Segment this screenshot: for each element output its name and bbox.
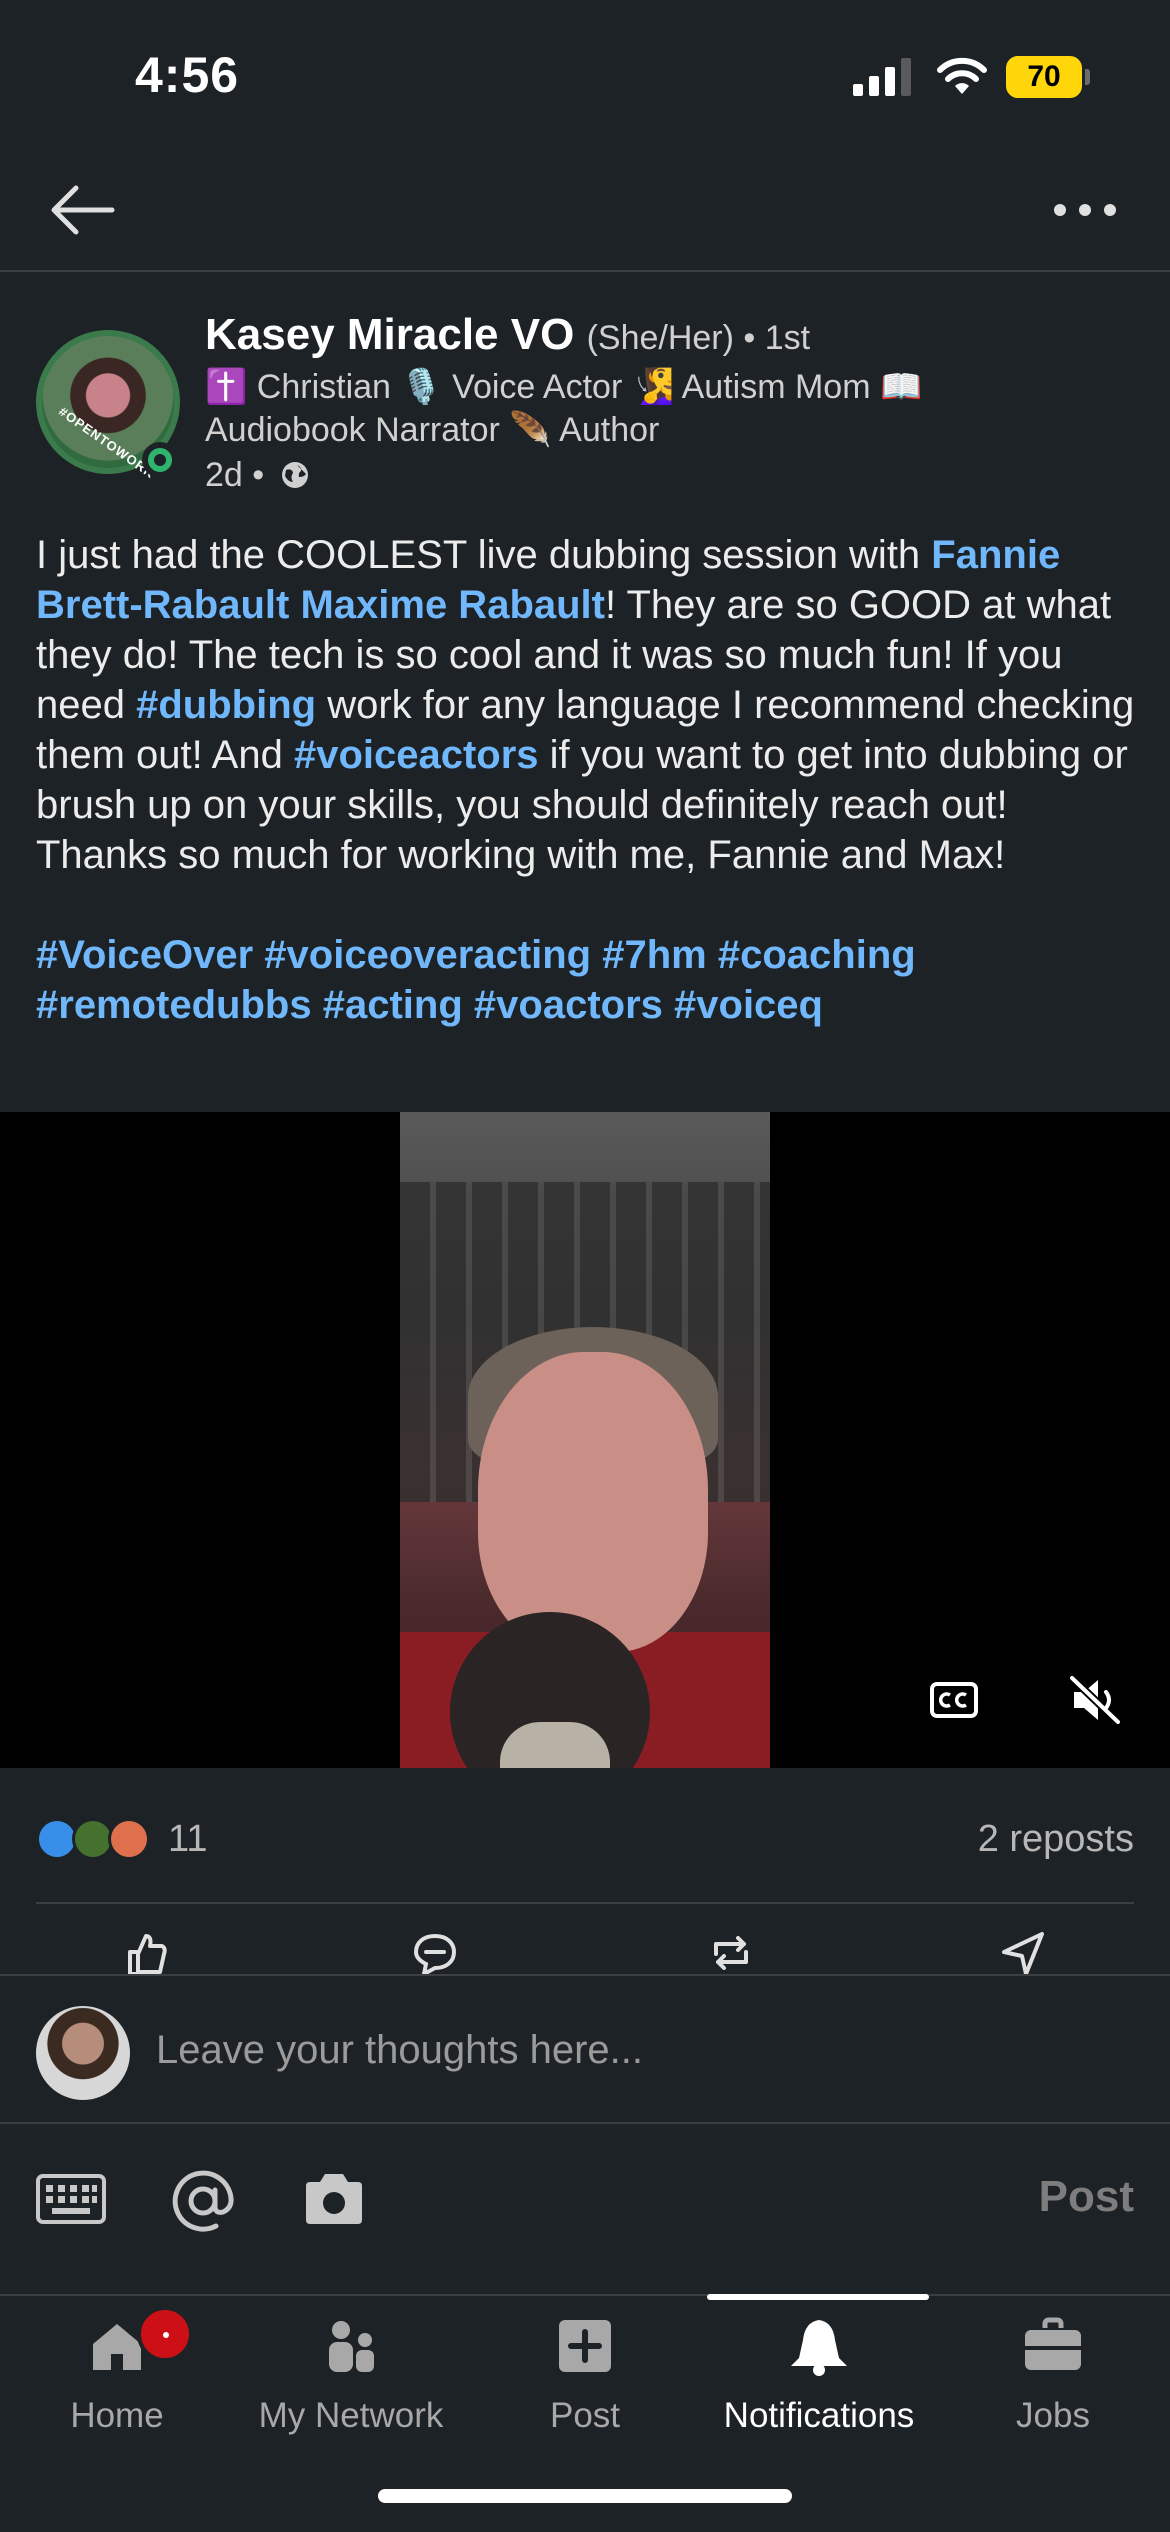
hashtag-link[interactable]: #dubbing	[136, 683, 316, 727]
connection-degree: • 1st	[733, 319, 811, 357]
wifi-icon	[937, 57, 987, 94]
author-name[interactable]: Kasey Miracle VO (She/Her) • 1st	[205, 310, 810, 360]
video-player[interactable]	[0, 1112, 1170, 1768]
tab-notifications-label: Notifications	[723, 2396, 915, 2435]
camera-icon[interactable]	[302, 2170, 366, 2228]
video-person-face	[478, 1352, 708, 1652]
author-name-text: Kasey Miracle VO	[205, 310, 575, 359]
reaction-count[interactable]: 11	[168, 1818, 207, 1861]
cellular-signal-icon	[853, 58, 911, 96]
tab-home-label: Home	[70, 2396, 164, 2435]
tab-my-network[interactable]: My Network	[234, 2296, 468, 2476]
hashtag-list: #VoiceOver #voiceoveracting #7hm #coachi…	[36, 930, 1146, 1030]
tab-home[interactable]: Home	[0, 2296, 234, 2476]
battery-nub	[1085, 69, 1090, 85]
tab-notifications[interactable]: Notifications	[702, 2296, 936, 2476]
top-nav-bar	[0, 150, 1170, 272]
tab-jobs-label: Jobs	[1016, 2396, 1090, 2435]
status-time: 4:56	[135, 47, 240, 103]
globe-icon	[281, 462, 308, 488]
tab-post-label: Post	[549, 2396, 621, 2435]
notification-dot-badge	[137, 2306, 193, 2362]
post-comment-button[interactable]: Post	[1039, 2172, 1134, 2222]
bell-icon	[791, 2320, 847, 2376]
keyboard-icon[interactable]	[36, 2174, 106, 2224]
home-indicator[interactable]	[378, 2489, 792, 2503]
closed-captions-icon[interactable]	[930, 1682, 978, 1718]
comment-bar	[0, 1974, 1170, 2124]
post-text-part: I just had the COOLEST live dubbing sess…	[36, 533, 932, 577]
hashtag-link[interactable]: #VoiceOver	[36, 933, 253, 977]
hashtag-link[interactable]: #acting	[323, 983, 463, 1027]
hashtag-link[interactable]: #voiceq	[674, 983, 823, 1027]
tab-my-network-label: My Network	[258, 2396, 444, 2435]
open-to-work-frame: #OPENTOWORK	[56, 403, 159, 482]
post-header: #OPENTOWORK Kasey Miracle VO (She/Her) •…	[0, 310, 1170, 500]
tab-post[interactable]: Post	[468, 2296, 702, 2476]
more-options-icon[interactable]	[1050, 190, 1120, 230]
social-counts: 11 2 reposts	[0, 1768, 1170, 1904]
repost-count[interactable]: 2 reposts	[978, 1818, 1134, 1861]
online-status-icon	[142, 442, 178, 478]
post-text: I just had the COOLEST live dubbing sess…	[36, 530, 1146, 1030]
hashtag-link[interactable]: #coaching	[718, 933, 916, 977]
video-frame	[400, 1112, 770, 1768]
battery-level: 70	[1006, 56, 1082, 98]
battery-indicator: 70	[1006, 56, 1090, 98]
love-reaction-icon	[108, 1818, 150, 1860]
tab-jobs[interactable]: Jobs	[936, 2296, 1170, 2476]
mention-at-icon[interactable]	[170, 2168, 236, 2234]
author-pronouns: (She/Her)	[586, 319, 734, 357]
like-icon[interactable]	[124, 1930, 170, 1976]
current-user-avatar	[36, 2006, 130, 2100]
send-icon[interactable]	[1000, 1930, 1046, 1976]
hashtag-link[interactable]: #voiceactors	[294, 733, 539, 777]
comment-toolbar: Post	[0, 2124, 1170, 2294]
muted-speaker-icon[interactable]	[1068, 1674, 1124, 1726]
post-time: 2d •	[205, 456, 265, 494]
comment-input[interactable]	[156, 2020, 1056, 2080]
reaction-icons[interactable]	[36, 1818, 156, 1860]
hashtag-link[interactable]: #7hm	[602, 933, 707, 977]
hashtag-link[interactable]: #remotedubbs	[36, 983, 312, 1027]
back-arrow-icon[interactable]	[46, 180, 116, 240]
video-microphone-head	[500, 1722, 610, 1768]
plus-icon	[559, 2320, 611, 2372]
post-action-bar	[36, 1902, 1134, 1976]
status-bar: 4:56 70	[0, 0, 1170, 150]
author-headline: ✝️ Christian 🎙️ Voice Actor 🧏‍♀️ Autism …	[205, 368, 923, 449]
hashtag-link[interactable]: #voactors	[474, 983, 663, 1027]
repost-icon[interactable]	[708, 1930, 754, 1976]
comment-icon[interactable]	[412, 1930, 458, 1976]
briefcase-icon	[1025, 2317, 1081, 2370]
hashtag-link[interactable]: #voiceoveracting	[264, 933, 591, 977]
network-icon	[329, 2321, 374, 2372]
post-meta: 2d •	[205, 456, 310, 495]
